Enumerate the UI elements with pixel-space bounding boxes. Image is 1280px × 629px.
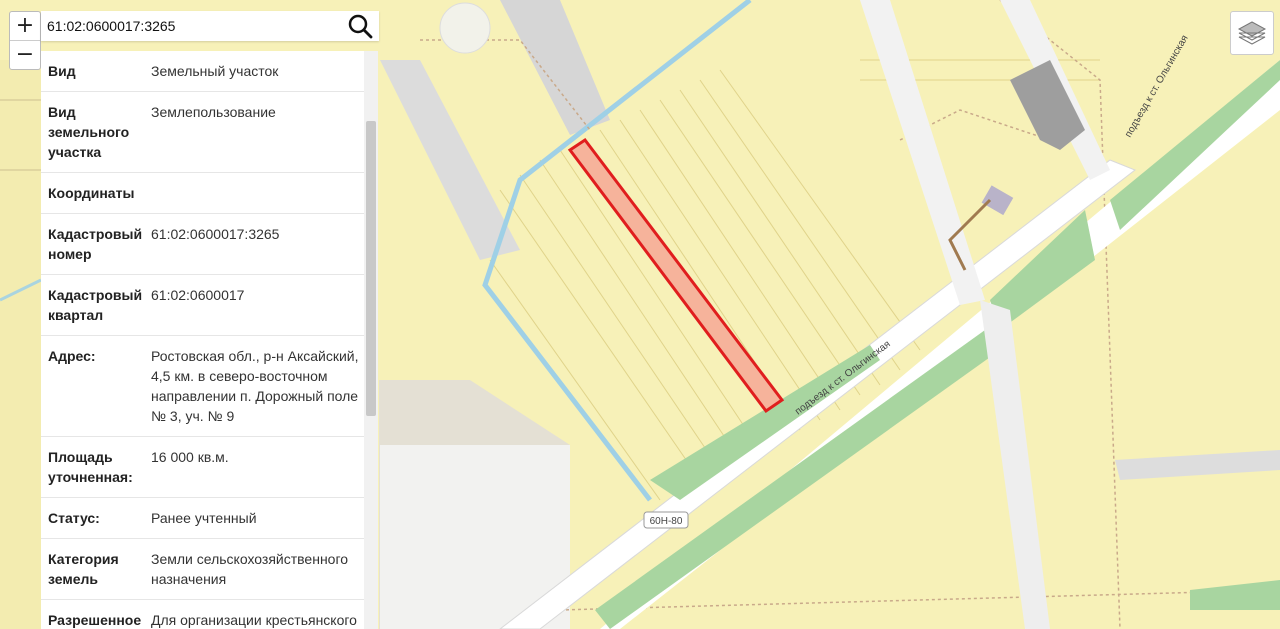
layers-button[interactable]	[1230, 11, 1274, 55]
detail-key: Вид земельного участка	[48, 104, 130, 160]
parcel-info-panel: Вид Земельный участок Вид земельного участ…	[41, 51, 378, 629]
search-bar	[41, 11, 379, 41]
detail-key: Адрес:	[48, 348, 96, 364]
detail-value: Землепользование	[151, 104, 276, 120]
layers-icon	[1237, 21, 1267, 45]
parcel-details: Вид Земельный участок Вид земельного участ…	[41, 51, 364, 629]
detail-key: Кадастровый квартал	[48, 287, 143, 323]
detail-row: Координаты	[41, 173, 364, 214]
detail-key: Площадь уточненная:	[48, 449, 133, 485]
zoom-control: + −	[9, 11, 41, 70]
detail-key: Статус:	[48, 510, 100, 526]
detail-row: Разрешенное Для организации крестьянского	[41, 600, 364, 629]
detail-value: Ранее учтенный	[151, 510, 257, 526]
detail-key: Разрешенное	[48, 612, 142, 628]
detail-key: Координаты	[48, 185, 135, 201]
detail-value: Земельный участок	[151, 63, 279, 79]
detail-key: Кадастровый номер	[48, 226, 143, 262]
search-icon[interactable]	[347, 13, 373, 39]
detail-row: Статус: Ранее учтенный	[41, 498, 364, 539]
scrollbar-thumb[interactable]	[366, 121, 376, 416]
zoom-out-button[interactable]: −	[10, 40, 40, 69]
detail-row: Вид земельного участка Землепользование	[41, 92, 364, 173]
detail-row: Вид Земельный участок	[41, 51, 364, 92]
detail-value	[151, 183, 361, 203]
detail-row: Кадастровый квартал 61:02:0600017	[41, 275, 364, 336]
road-number: 60Н-80	[650, 516, 683, 527]
detail-row: Категория земель Земли сельскохозяйственн…	[41, 539, 364, 600]
search-input[interactable]	[41, 11, 337, 41]
detail-value: 61:02:0600017	[151, 287, 245, 303]
detail-value: Земли сельскохозяйственного назначения	[151, 551, 349, 587]
detail-value: 61:02:0600017:3265	[151, 226, 280, 242]
detail-value: Для организации крестьянского	[151, 612, 357, 628]
zoom-in-button[interactable]: +	[10, 12, 40, 40]
detail-key: Вид	[48, 63, 76, 79]
detail-key: Категория земель	[48, 551, 119, 587]
detail-value: 16 000 кв.м.	[151, 449, 229, 465]
detail-row: Кадастровый номер 61:02:0600017:3265	[41, 214, 364, 275]
panel-scrollbar[interactable]	[364, 51, 378, 629]
detail-value: Ростовская обл., р-н Аксайский, 4,5 км. …	[151, 348, 359, 424]
detail-row: Площадь уточненная: 16 000 кв.м.	[41, 437, 364, 498]
detail-row: Адрес: Ростовская обл., р-н Аксайский, 4,…	[41, 336, 364, 437]
